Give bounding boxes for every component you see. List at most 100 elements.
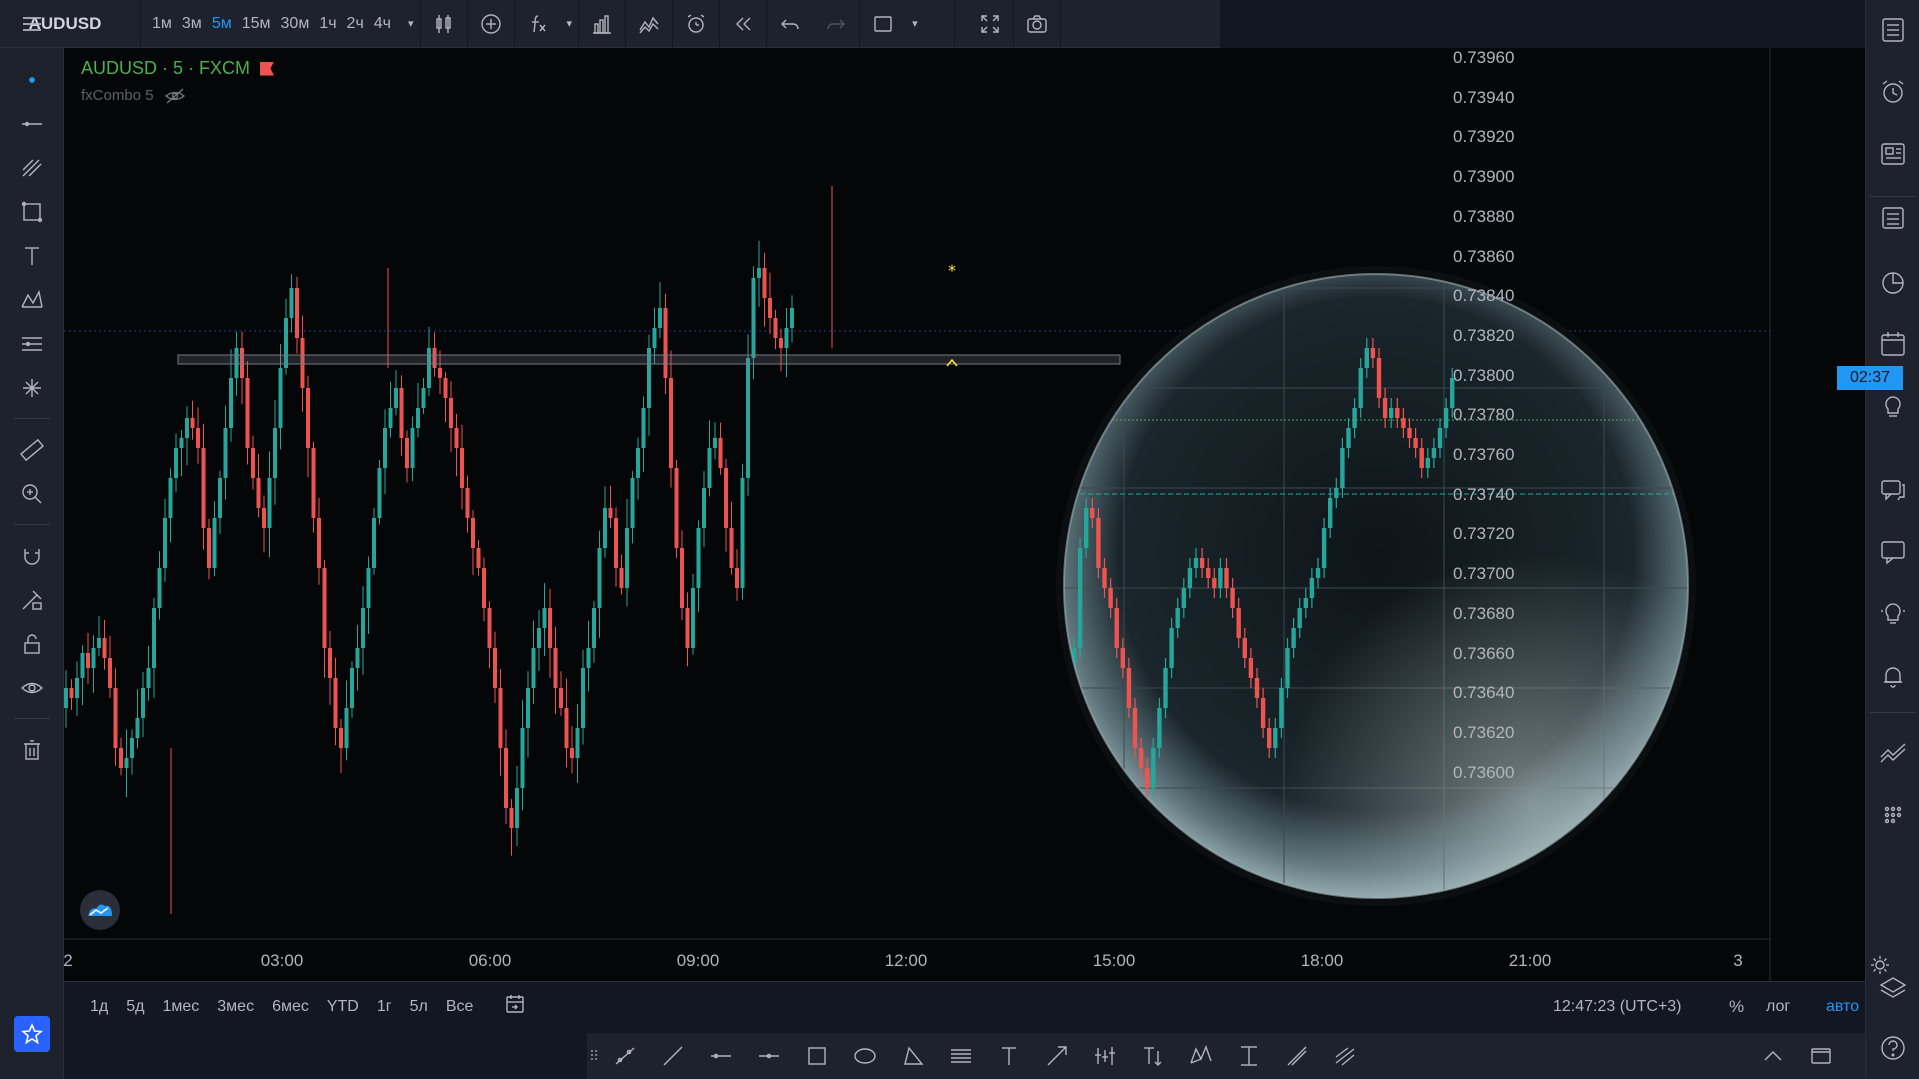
range-8[interactable]: Все (437, 998, 483, 1016)
interval-0[interactable]: 1м (147, 0, 177, 48)
ellipse-icon[interactable] (841, 1033, 889, 1079)
bars-pattern-icon[interactable] (1081, 1033, 1129, 1079)
menu-icon[interactable] (0, 4, 64, 44)
xabcd-pattern-icon[interactable] (1177, 1033, 1225, 1079)
fullscreen-icon[interactable] (967, 0, 1013, 48)
chevron-down-icon[interactable]: ▾ (561, 0, 579, 48)
chats-icon[interactable] (1866, 468, 1919, 512)
data-window-icon[interactable] (1866, 196, 1919, 240)
tradingview-logo-icon[interactable] (80, 890, 120, 930)
financials-icon[interactable] (579, 0, 625, 48)
hotlist-icon[interactable] (1866, 260, 1919, 304)
star-icon[interactable] (14, 1016, 50, 1052)
arrow-tool-icon[interactable] (1033, 1033, 1081, 1079)
watchlist-icon[interactable] (1866, 8, 1919, 52)
log-scale-toggle[interactable]: лог (1766, 998, 1790, 1016)
range-3[interactable]: 3мес (208, 998, 263, 1016)
magnet-icon[interactable] (0, 536, 64, 576)
drag-handle-icon[interactable]: ⠿ (587, 1048, 601, 1065)
prediction-icon[interactable] (0, 324, 64, 364)
news-icon[interactable] (1866, 132, 1919, 176)
chevron-up-icon[interactable] (1749, 1033, 1797, 1079)
legend-indicator[interactable]: fxCombo 5 (81, 87, 274, 104)
horizontal-line-icon[interactable] (745, 1033, 793, 1079)
lightbulb-icon[interactable] (1866, 592, 1919, 636)
rectangle-icon[interactable] (0, 192, 64, 232)
candle-body (124, 758, 129, 768)
range-0[interactable]: 1д (81, 998, 117, 1016)
top-toolbar: AUDUSD 1м 3м 5м 15м 30м 1ч 2ч 4ч ▾ ▾ ▾ (0, 0, 1220, 48)
zoom-in-icon[interactable] (0, 474, 64, 514)
chat-icon[interactable] (1866, 530, 1919, 574)
chevron-down-icon[interactable]: ▾ (402, 0, 420, 48)
eye-hidden-icon[interactable] (164, 88, 186, 104)
interval-7[interactable]: 4ч (369, 0, 396, 48)
pattern-icon[interactable] (0, 280, 64, 320)
interval-4[interactable]: 30м (276, 0, 315, 48)
text-icon[interactable] (0, 236, 64, 276)
templates-icon[interactable] (626, 0, 672, 48)
chart-pane[interactable]: * AUDUSD · 5 · FXCM fxCombo 5 0.73960 0.7… (63, 48, 1903, 981)
trash-icon[interactable] (0, 730, 64, 770)
text-tool-icon[interactable] (985, 1033, 1033, 1079)
flag-icon[interactable] (260, 61, 275, 76)
alarm-clock-icon[interactable] (1866, 70, 1919, 114)
trend-line-tool-icon[interactable] (649, 1033, 697, 1079)
redo-icon[interactable] (813, 0, 859, 48)
rectangle-tool-icon[interactable] (793, 1033, 841, 1079)
ruler-icon[interactable] (0, 430, 64, 470)
layout-icon[interactable] (860, 0, 906, 48)
interval-3[interactable]: 15м (237, 0, 276, 48)
range-1[interactable]: 5д (117, 998, 153, 1016)
dots-grid-icon[interactable] (1866, 792, 1919, 836)
eye-icon[interactable] (0, 668, 64, 708)
range-7[interactable]: 5л (401, 998, 437, 1016)
camera-icon[interactable] (1014, 0, 1060, 48)
chart-canvas[interactable]: * (64, 48, 1865, 981)
candles-style-icon[interactable] (421, 0, 467, 48)
interval-2[interactable]: 5м (207, 0, 237, 48)
range-4[interactable]: 6мес (263, 998, 318, 1016)
lock-pencil-icon[interactable] (0, 580, 64, 620)
horizontal-ray-icon[interactable] (697, 1033, 745, 1079)
trend-line-icon[interactable] (0, 104, 64, 144)
chart-trend-icon[interactable] (1866, 730, 1919, 774)
interval-5[interactable]: 1ч (314, 0, 341, 48)
parallel-channel-icon[interactable] (937, 1033, 985, 1079)
interval-1[interactable]: 3м (177, 0, 207, 48)
undo-icon[interactable] (767, 0, 813, 48)
date-range-icon[interactable] (504, 993, 526, 1020)
auto-scale-toggle[interactable]: авто (1826, 998, 1859, 1016)
replay-icon[interactable] (720, 0, 766, 48)
bell-icon[interactable] (1866, 654, 1919, 698)
indicators-fx-icon[interactable] (515, 0, 561, 48)
price-range-icon[interactable] (1225, 1033, 1273, 1079)
fib-tool-icon[interactable] (1321, 1033, 1369, 1079)
alert-clock-icon[interactable] (673, 0, 719, 48)
ideas-icon[interactable] (1866, 384, 1919, 428)
legend-symbol-title[interactable]: AUDUSD · 5 · FXCM (81, 58, 275, 79)
lock-icon[interactable] (0, 624, 64, 664)
price-tick-label: 0.73840 (1453, 286, 1515, 306)
brush-icon[interactable] (0, 368, 64, 408)
chevron-down-icon[interactable]: ▾ (906, 0, 924, 48)
anchored-text-icon[interactable] (1129, 1033, 1177, 1079)
fib-icon[interactable] (0, 148, 64, 188)
crosshair-dot-icon[interactable] (0, 60, 64, 100)
clock-timezone[interactable]: 12:47:23 (UTC+3) (1553, 998, 1682, 1016)
percent-scale-toggle[interactable]: % (1729, 997, 1744, 1017)
gear-icon[interactable] (1869, 954, 1891, 981)
compare-add-icon[interactable] (468, 0, 514, 48)
long-position-icon[interactable] (1273, 1033, 1321, 1079)
ray-line-icon[interactable] (601, 1033, 649, 1079)
range-6[interactable]: 1г (368, 998, 401, 1016)
calendar-icon[interactable] (1866, 322, 1919, 366)
range-2[interactable]: 1мес (153, 998, 208, 1016)
window-icon[interactable] (1797, 1033, 1845, 1079)
triangle-icon[interactable] (889, 1033, 937, 1079)
help-icon[interactable] (1866, 1026, 1919, 1070)
drawings-toolbar: ⠿ (587, 1033, 1865, 1079)
interval-6[interactable]: 2ч (342, 0, 369, 48)
range-5[interactable]: YTD (318, 998, 368, 1016)
trading-app: AUDUSD 1м 3м 5м 15м 30м 1ч 2ч 4ч ▾ ▾ ▾ *… (0, 0, 1919, 1079)
